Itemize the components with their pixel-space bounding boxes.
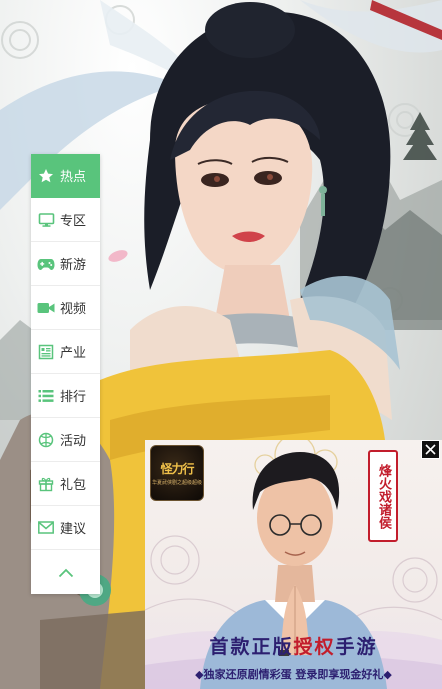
game-ad-popup[interactable]: 怪力行 华夏武侠剧之超级超级 烽火戏诸侯 首款正版授权手游 ◆独家还原剧情彩蛋 …: [145, 440, 442, 689]
slogan-part-1: 首款正版: [209, 636, 294, 658]
gamepad-icon: [37, 255, 55, 273]
game-logo-subtext: 华夏武侠剧之超级超级: [151, 480, 202, 486]
video-camera-icon: [37, 299, 55, 317]
monitor-icon: [37, 211, 55, 229]
sidebar-item-video[interactable]: 视频: [31, 286, 100, 330]
game-logo-text: 怪力行: [160, 462, 194, 476]
sidebar-item-label: 新游: [60, 258, 87, 273]
gift-icon: [37, 475, 55, 493]
ad-sub-slogan: ◆独家还原剧情彩蛋 登录即享现金好礼◆: [195, 668, 392, 681]
sidebar-item-label: 排行: [60, 390, 87, 405]
side-nav-menu: 热点 专区 新游 视频 产业 排行 活动 礼包 建议: [31, 154, 100, 594]
sidebar-item-label: 产业: [60, 346, 87, 361]
sidebar-item-industry[interactable]: 产业: [31, 330, 100, 374]
game-logo-badge: 怪力行 华夏武侠剧之超级超级: [150, 445, 204, 501]
sidebar-item-gift-pack[interactable]: 礼包: [31, 462, 100, 506]
sidebar-item-events[interactable]: 活动: [31, 418, 100, 462]
sidebar-item-label: 热点: [60, 170, 87, 185]
sidebar-item-label: 礼包: [60, 478, 87, 493]
chevron-up-icon: [58, 563, 74, 582]
sidebar-item-label: 专区: [60, 214, 87, 229]
sidebar-item-label: 建议: [60, 522, 87, 537]
sidebar-item-zone[interactable]: 专区: [31, 198, 100, 242]
ad-close-button[interactable]: [421, 440, 440, 459]
sidebar-item-feedback[interactable]: 建议: [31, 506, 100, 550]
slogan-highlight: 授权: [293, 636, 336, 658]
star-icon: [37, 167, 55, 185]
newspaper-icon: [37, 343, 55, 361]
sidebar-item-label: 活动: [60, 434, 87, 449]
ball-icon: [37, 431, 55, 449]
sidebar-item-ranking[interactable]: 排行: [31, 374, 100, 418]
sidebar-item-hot[interactable]: 热点: [31, 154, 100, 198]
sidebar-item-new-games[interactable]: 新游: [31, 242, 100, 286]
ad-slogan: 首款正版授权手游: [145, 632, 442, 659]
envelope-icon: [37, 519, 55, 537]
close-icon: [425, 440, 436, 459]
sidebar-item-label: 视频: [60, 302, 87, 317]
seal-text: 烽火戏诸侯: [376, 463, 391, 529]
slogan-part-2: 手游: [335, 636, 378, 658]
title-seal: 烽火戏诸侯: [368, 450, 398, 542]
back-to-top-button[interactable]: [31, 550, 100, 594]
list-icon: [37, 387, 55, 405]
